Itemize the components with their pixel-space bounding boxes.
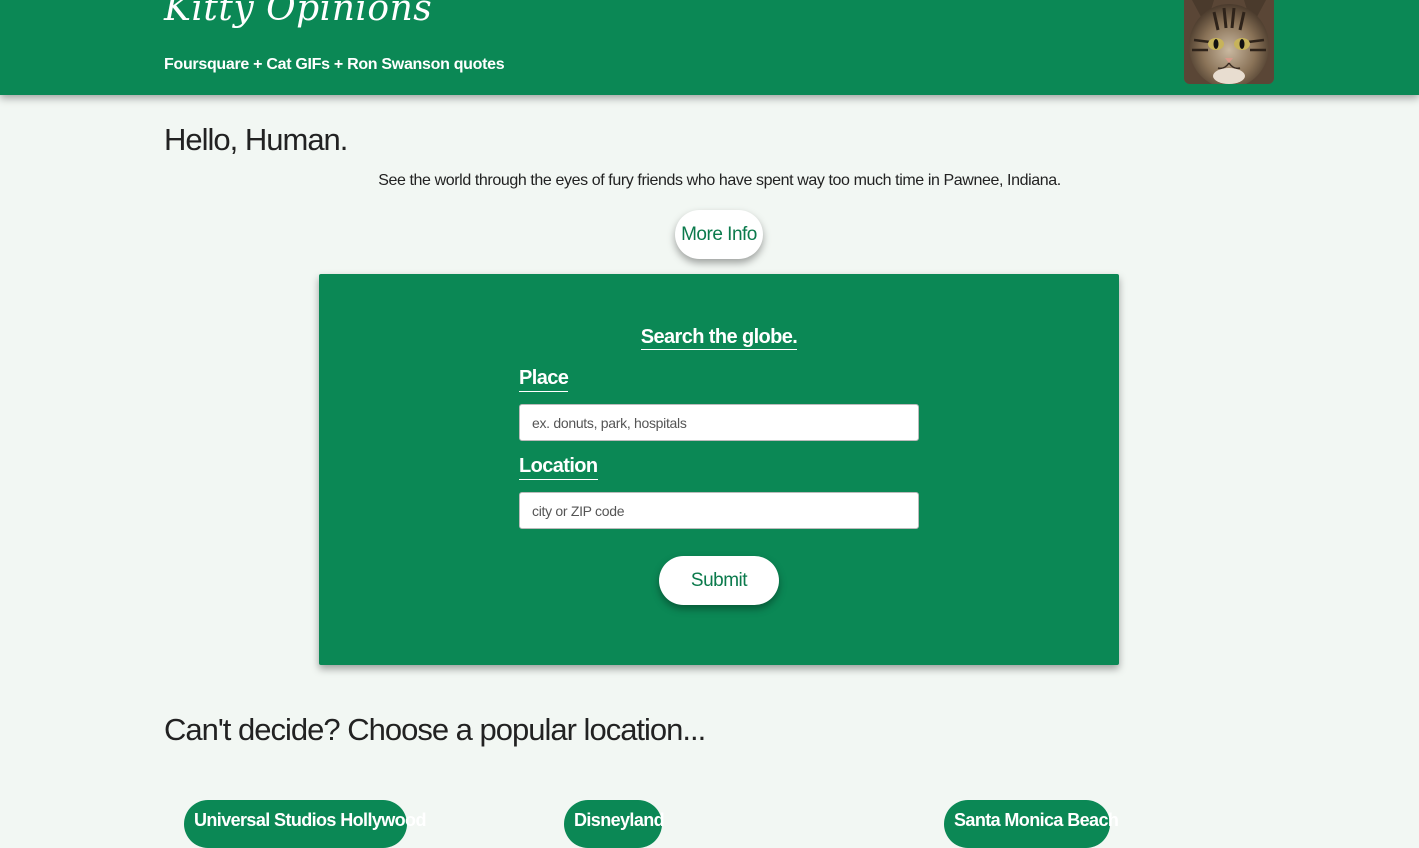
search-heading-text: Search the globe.	[640, 326, 798, 350]
search-heading: Search the globe.	[319, 326, 1119, 350]
popular-location-disneyland[interactable]: Disneyland	[564, 800, 665, 848]
site-subtitle: Foursquare + Cat GIFs + Ron Swanson quot…	[164, 56, 505, 73]
location-input[interactable]	[519, 492, 919, 529]
cat-photo-icon	[1184, 0, 1274, 84]
greeting-heading: Hello, Human.	[164, 122, 348, 157]
site-header: Kitty Opinions Foursquare + Cat GIFs + R…	[0, 0, 1419, 95]
place-input[interactable]	[519, 404, 919, 441]
popular-heading: Can't decide? Choose a popular location.…	[164, 712, 706, 747]
search-form-card: Search the globe. Place Location	[319, 274, 1119, 665]
cat-photo-avatar	[1184, 0, 1274, 84]
more-info-button[interactable]: More Info	[675, 210, 763, 259]
popular-location-santa-monica[interactable]: Santa Monica Beach	[944, 800, 1119, 848]
popular-location-universal-studios[interactable]: Universal Studios Hollywood	[184, 800, 426, 848]
tagline-text: See the world through the eyes of fury f…	[378, 172, 1061, 189]
location-label: Location	[519, 455, 598, 480]
place-label: Place	[519, 367, 569, 392]
site-title[interactable]: Kitty Opinions	[164, 0, 432, 29]
submit-button[interactable]: Submit	[659, 556, 779, 605]
